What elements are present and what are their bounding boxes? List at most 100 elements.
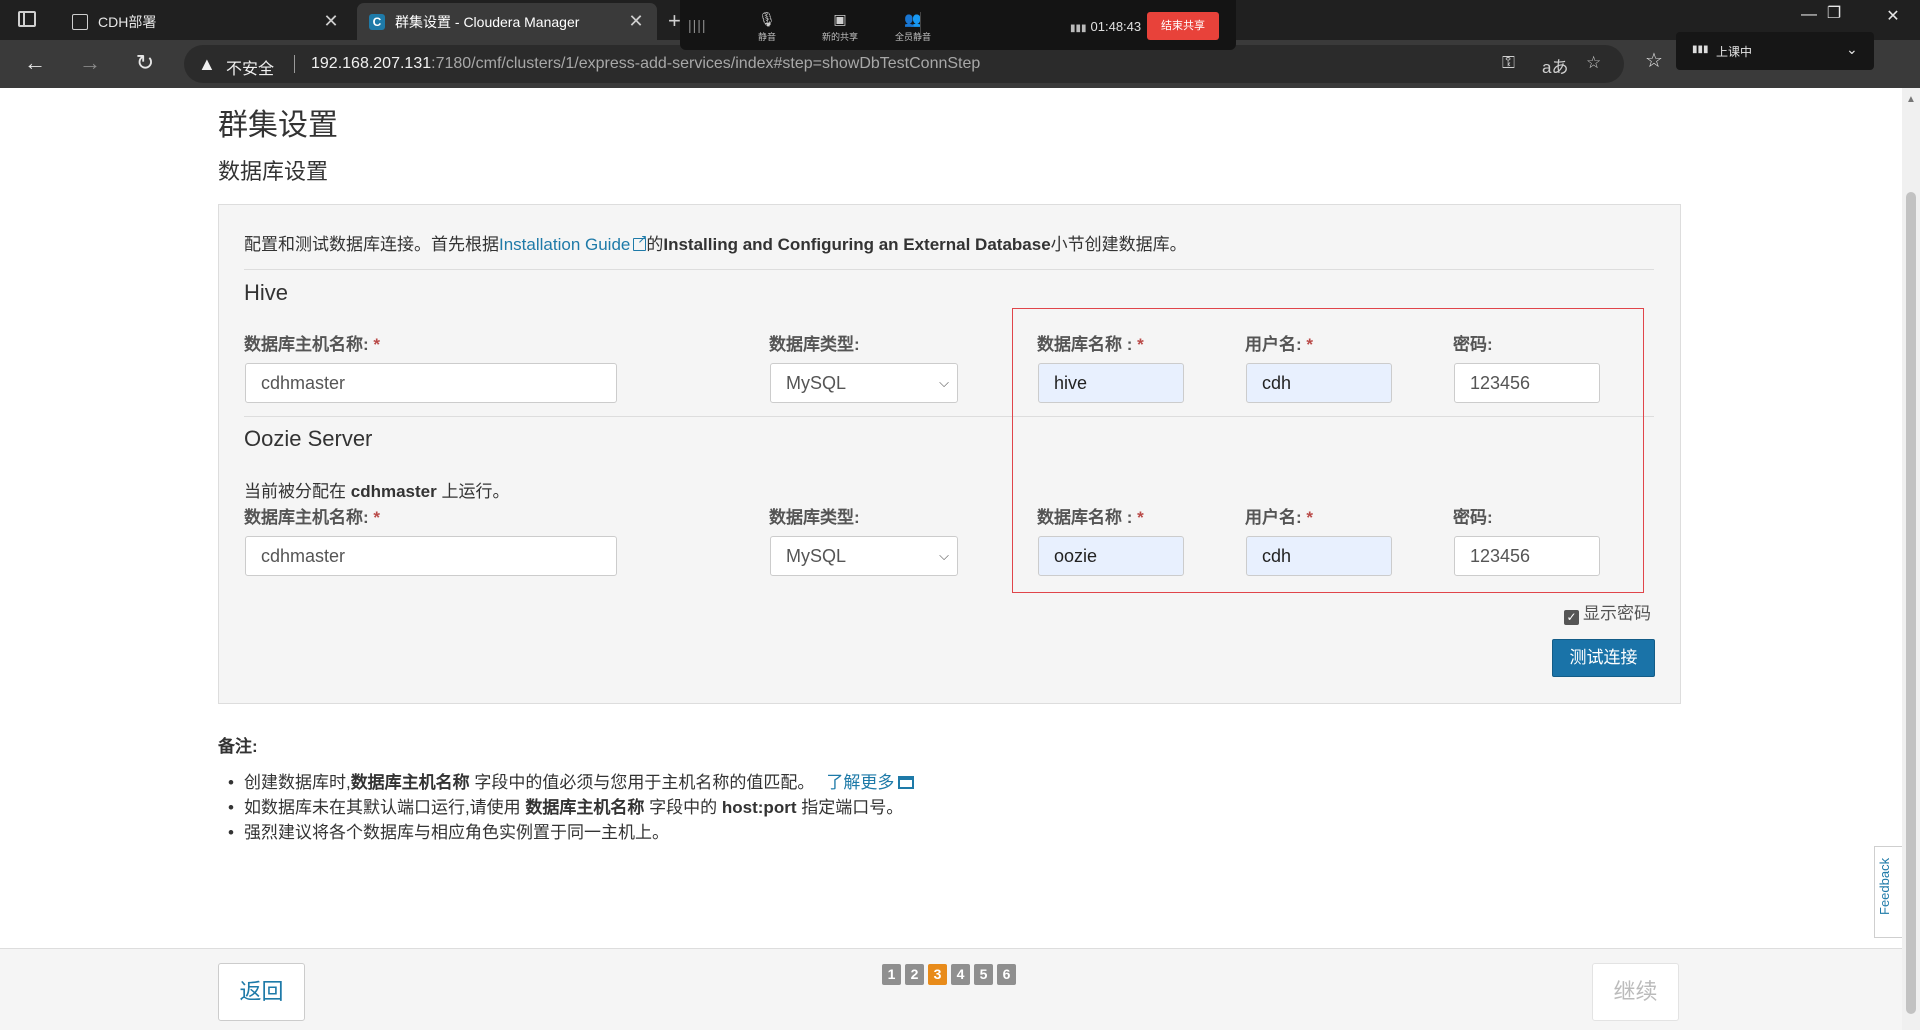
intro-suffix: 小节创建数据库。 — [1050, 235, 1187, 254]
show-password-checkbox[interactable]: ✓ 显示密码 — [1564, 599, 1651, 625]
mute-label: 静音 — [757, 32, 776, 42]
refresh-icon[interactable]: ↻ — [130, 50, 160, 76]
meeting-timer: ▮▮▮ 01:48:43 — [1070, 19, 1141, 34]
step-indicator: 1 2 3 4 5 6 — [882, 964, 1016, 985]
step-5: 5 — [974, 964, 993, 985]
divider — [294, 55, 295, 73]
hive-db-type-select[interactable]: MySQL ⌵ — [770, 363, 958, 403]
db-host-label: 数据库主机名称: * — [244, 330, 380, 355]
note-bold: host:port — [721, 798, 797, 817]
key-icon[interactable]: ⚿ — [1502, 53, 1515, 73]
signal-icon: ▮▮▮ — [1692, 44, 1709, 55]
microphone-icon: 🎙 — [758, 11, 776, 27]
mute-all-label: 全员静音 — [894, 32, 931, 42]
mute-all-button[interactable]: 👥 全员静音 — [883, 10, 943, 43]
list-item: 强烈建议将各个数据库与相应角色实例置于同一主机上。 — [228, 818, 914, 843]
selected-value: MySQL — [786, 546, 847, 566]
oozie-db-type-select[interactable]: MySQL ⌵ — [770, 536, 958, 576]
end-share-button[interactable]: 结束共享 — [1147, 12, 1219, 40]
note-text: 字段中的 — [649, 798, 718, 817]
cloudera-logo-icon: C — [369, 13, 385, 30]
close-tab-icon[interactable]: ✕ — [322, 11, 340, 32]
step-1: 1 — [882, 964, 901, 985]
feedback-label: Feedback — [1877, 857, 1892, 915]
intro-middle: 的 — [646, 235, 664, 254]
tab-label: 群集设置 - Cloudera Manager — [395, 13, 580, 30]
label-text: 数据库主机名称: — [244, 508, 369, 527]
note-text: 指定端口号。 — [801, 798, 904, 817]
installation-guide-link[interactable]: Installation Guide — [499, 232, 647, 254]
tab-cloudera-manager[interactable]: C 群集设置 - Cloudera Manager ✕ — [357, 3, 657, 40]
url-host: 192.168.207.131 — [311, 55, 432, 72]
show-password-label: 显示密码 — [1583, 604, 1651, 623]
add-favorite-icon[interactable]: ☆ — [1586, 53, 1601, 73]
wizard-footer: 返回 1 2 3 4 5 6 继续 — [0, 948, 1902, 1030]
new-share-label: 新的共享 — [821, 32, 858, 42]
read-aloud-icon[interactable]: aあ — [1542, 53, 1568, 78]
drag-handle-icon[interactable]: |||| — [688, 17, 707, 33]
note-bold: 数据库主机名称 — [525, 798, 645, 817]
chevron-down-icon: ⌵ — [939, 548, 949, 563]
oozie-section-title: Oozie Server — [244, 426, 373, 451]
divider — [244, 269, 1654, 270]
url-path: :7180/cmf/clusters/1/express-add-service… — [431, 55, 981, 72]
required-marker: * — [373, 335, 381, 354]
feedback-tab[interactable]: Feedback — [1874, 846, 1902, 938]
address-bar[interactable]: ▲ 不安全 192.168.207.131:7180/cmf/clusters/… — [184, 45, 1624, 83]
tab-actions-icon[interactable] — [18, 11, 36, 27]
tab-label: CDH部署 — [98, 13, 157, 30]
note-text: 创建数据库时, — [243, 773, 351, 792]
vertical-scrollbar[interactable]: ▲ — [1902, 88, 1920, 1030]
warning-icon: ▲ — [198, 54, 216, 74]
divider — [920, 12, 921, 36]
back-button[interactable]: 返回 — [218, 963, 305, 1021]
meeting-control-bar: |||| 🎙 静音 ▣ 新的共享 👥 全员静音 ▮▮▮ 01:48:43 结束共享 — [680, 0, 1236, 50]
list-item: 如数据库未在其默认端口运行,请使用 数据库主机名称 字段中的 host:port… — [228, 793, 914, 818]
step-4: 4 — [951, 964, 970, 985]
security-status[interactable]: 不安全 — [226, 55, 274, 79]
tab-cdh[interactable]: CDH部署 ✕ — [60, 3, 352, 40]
back-arrow-icon[interactable]: ← — [20, 50, 50, 76]
note-text: 字段中的值必须与您用于主机名称的值匹配。 — [474, 773, 815, 792]
learn-more-link[interactable]: 了解更多 — [826, 773, 915, 792]
continue-button[interactable]: 继续 — [1592, 963, 1679, 1021]
timer-text: 01:48:43 — [1090, 19, 1142, 34]
intro-text: 配置和测试数据库连接。首先根据Installation Guide 的Instal… — [244, 230, 1187, 255]
page-title: 群集设置 — [218, 109, 338, 142]
label-text: 数据库主机名称: — [244, 335, 369, 354]
new-share-button[interactable]: ▣ 新的共享 — [810, 10, 870, 43]
hive-section-title: Hive — [244, 280, 289, 305]
external-link-icon — [633, 232, 647, 251]
assigned-suffix: 上运行。 — [441, 482, 510, 501]
close-tab-icon[interactable]: ✕ — [627, 11, 645, 32]
step-6: 6 — [997, 964, 1016, 985]
url-text[interactable]: 192.168.207.131:7180/cmf/clusters/1/expr… — [311, 55, 980, 73]
assigned-host-text: 当前被分配在 cdhmaster 上运行。 — [244, 477, 509, 502]
mute-button[interactable]: 🎙 静音 — [737, 10, 797, 43]
oozie-db-host-input[interactable]: cdhmaster — [245, 536, 617, 576]
chevron-down-icon: ⌄ — [1846, 41, 1858, 57]
list-item: 创建数据库时,数据库主机名称 字段中的值必须与您用于主机名称的值匹配。了解更多 — [228, 768, 915, 793]
favorites-icon[interactable]: ☆ — [1645, 48, 1663, 73]
class-status-dropdown[interactable]: ▮▮▮ 上课中 ⌄ — [1676, 32, 1874, 70]
scroll-up-icon[interactable]: ▲ — [1906, 94, 1916, 105]
forward-arrow-icon[interactable]: → — [75, 50, 105, 76]
notes-title: 备注: — [218, 737, 258, 756]
signal-icon: ▮▮▮ — [1070, 23, 1087, 34]
hive-db-host-input[interactable]: cdhmaster — [245, 363, 617, 403]
people-icon: 👥 — [904, 11, 922, 27]
window-close-button[interactable]: ✕ — [1878, 6, 1908, 26]
scrollbar-thumb[interactable] — [1906, 192, 1916, 1014]
notes-list: 创建数据库时,数据库主机名称 字段中的值必须与您用于主机名称的值匹配。了解更多 … — [228, 768, 915, 843]
annotation-highlight-box — [1012, 308, 1644, 593]
new-window-icon — [898, 776, 915, 789]
screen-share-icon: ▣ — [833, 11, 847, 27]
restore-button[interactable]: ❐ — [1819, 3, 1849, 23]
assigned-prefix: 当前被分配在 — [244, 482, 346, 501]
step-2: 2 — [905, 964, 924, 985]
new-tab-button[interactable]: + — [668, 8, 681, 34]
note-text: 如数据库未在其默认端口运行,请使用 — [243, 798, 521, 817]
note-bold: 数据库主机名称 — [350, 773, 470, 792]
test-connection-button[interactable]: 测试连接 — [1552, 639, 1655, 677]
link-text: 了解更多 — [826, 773, 895, 792]
